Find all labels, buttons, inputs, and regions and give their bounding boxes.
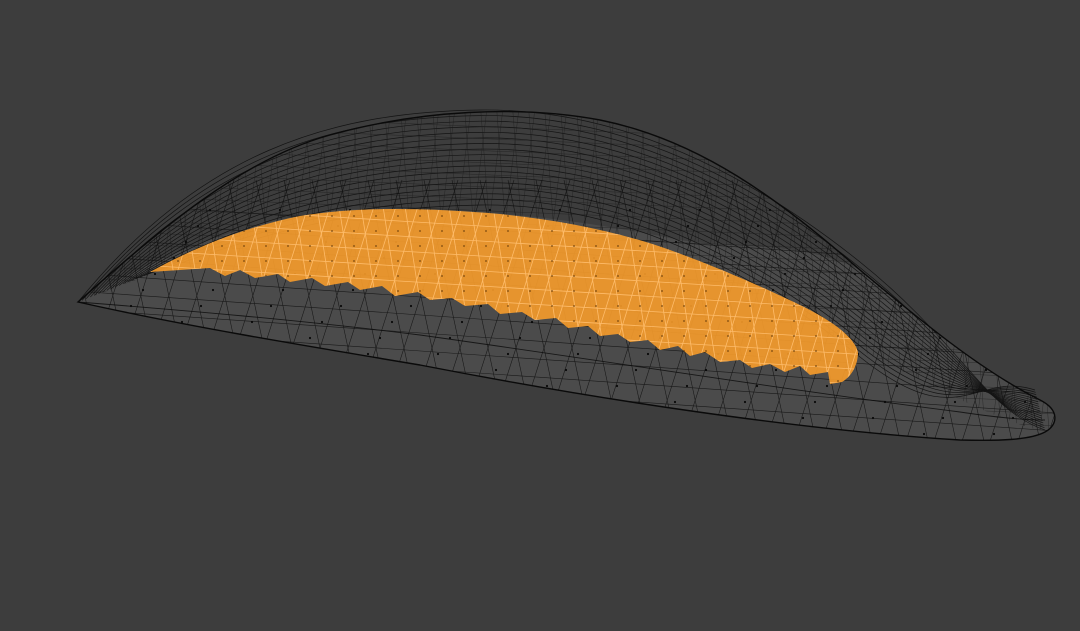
mesh-wireframe-scene[interactable] — [0, 0, 1080, 631]
3d-viewport[interactable] — [0, 0, 1080, 631]
